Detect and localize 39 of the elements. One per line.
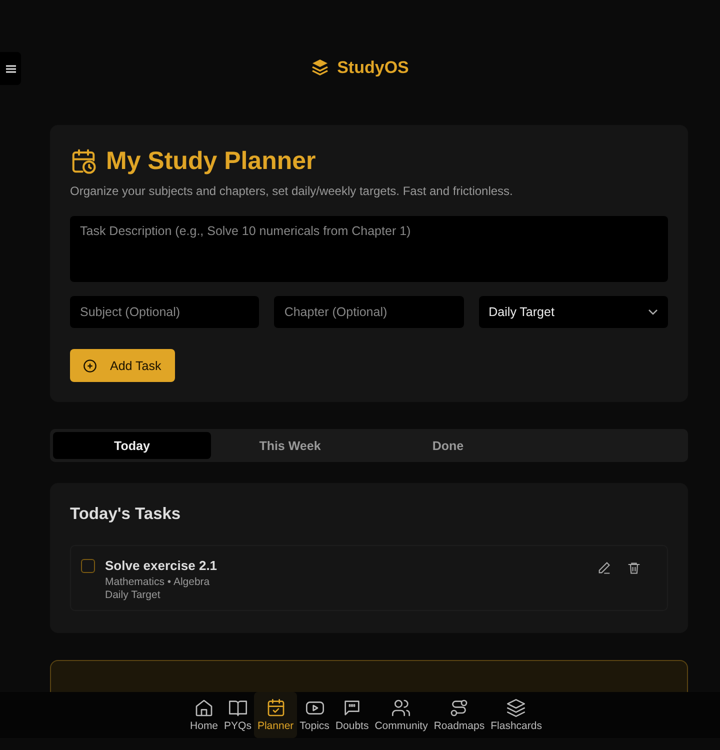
task-target: Daily Target — [105, 589, 162, 602]
users-icon — [391, 698, 412, 718]
page-title: My Study Planner — [106, 147, 316, 176]
nav-item[interactable]: Doubts — [332, 692, 372, 738]
plus-circle-icon — [83, 358, 97, 372]
calendar-clock-icon — [70, 148, 97, 175]
task-title: Solve exercise 2.1 — [105, 558, 218, 573]
book-icon — [228, 698, 248, 718]
app-logo-text: StudyOS — [337, 58, 409, 78]
task-meta: Mathematics • Algebra — [105, 576, 211, 589]
nav-item[interactable]: Community — [372, 692, 431, 738]
nav-item[interactable]: Flashcards — [488, 692, 545, 738]
menu-icon — [4, 64, 16, 74]
nav-item[interactable]: Home — [187, 692, 222, 738]
page-subtitle: Organize your subjects and chapters, set daily/weekly targets. Fast and frictionless. — [70, 184, 514, 198]
subject-field[interactable]: Subject (Optional) — [70, 296, 260, 328]
calendar-icon — [266, 698, 286, 718]
layers-icon — [506, 698, 526, 718]
add-task-button[interactable]: Add Task — [70, 349, 175, 382]
section-title: Today's Tasks — [70, 505, 182, 524]
task-description-field[interactable]: Task Description (e.g., Solve 10 numericals from Chapter 1) — [70, 216, 668, 282]
tab[interactable]: This Week — [211, 432, 369, 459]
nav-item[interactable]: PYQs — [221, 692, 254, 738]
nav-item[interactable]: Topics — [296, 692, 332, 738]
tab[interactable]: Today — [53, 432, 211, 459]
task-checkbox[interactable] — [81, 559, 95, 573]
home-icon — [194, 698, 214, 718]
pencil-icon[interactable] — [597, 561, 611, 575]
tab[interactable]: Done — [369, 432, 527, 459]
layers-icon — [311, 58, 330, 76]
nav-item[interactable]: Planner — [254, 692, 297, 738]
chat-icon — [342, 698, 362, 718]
chapter-field[interactable]: Chapter (Optional) — [274, 296, 464, 328]
nav-item[interactable]: Roadmaps — [430, 692, 488, 738]
chevron-down-icon — [648, 309, 658, 315]
target-dropdown[interactable]: Daily Target — [478, 296, 668, 328]
menu-button[interactable] — [0, 52, 21, 85]
trash-icon[interactable] — [627, 561, 641, 575]
route-icon — [449, 698, 470, 718]
